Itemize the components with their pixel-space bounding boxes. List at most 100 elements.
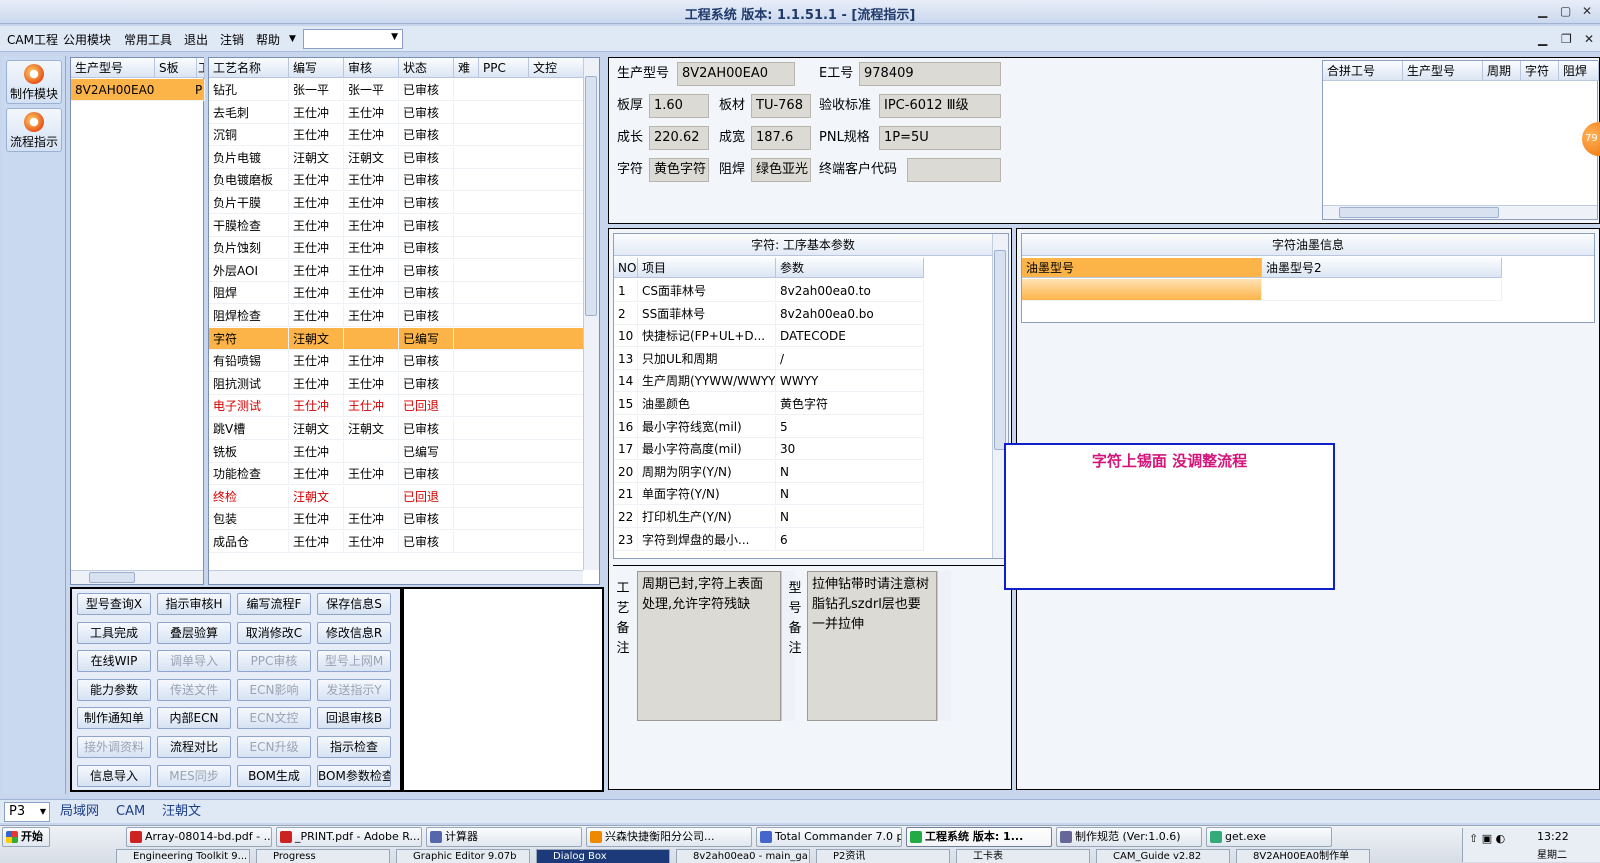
- action-button[interactable]: 编写流程F: [237, 593, 311, 615]
- maximize-icon[interactable]: ▢: [1560, 4, 1571, 18]
- param-row-no[interactable]: 21: [614, 483, 638, 506]
- process-row-extra[interactable]: [454, 259, 584, 282]
- process-row-extra[interactable]: [454, 146, 584, 169]
- clock[interactable]: 13:22: [1537, 830, 1569, 843]
- process-row-writer[interactable]: 汪朝文: [289, 418, 344, 440]
- menu-exit[interactable]: 退出: [184, 31, 208, 48]
- action-button[interactable]: PPC审核: [237, 650, 311, 673]
- process-row-writer[interactable]: 张一平: [289, 79, 344, 101]
- process-row-status[interactable]: 已审核: [399, 305, 454, 327]
- process-row-status[interactable]: 已编写: [399, 440, 454, 463]
- action-button[interactable]: 发送指示Y: [317, 678, 391, 701]
- width-field[interactable]: 187.6: [751, 126, 811, 150]
- process-row-extra[interactable]: [454, 485, 584, 508]
- params-col-value[interactable]: 参数: [776, 258, 924, 278]
- col-header-model[interactable]: 生产型号: [71, 58, 155, 78]
- action-button[interactable]: ECN影响: [237, 678, 311, 701]
- param-row-item[interactable]: SS面菲林号: [638, 302, 776, 325]
- process-row-status[interactable]: 已审核: [399, 237, 454, 260]
- param-row-item[interactable]: 周期为阴字(Y/N): [638, 460, 776, 483]
- model-row[interactable]: 8V2AH00EA0: [71, 79, 197, 101]
- minimize-icon[interactable]: ▁: [1538, 4, 1547, 18]
- col-header-status[interactable]: 状态: [399, 58, 454, 78]
- param-row-value[interactable]: 6: [776, 528, 924, 551]
- menu-common[interactable]: 公用模块: [63, 31, 111, 48]
- process-row-writer[interactable]: 王仕冲: [289, 169, 344, 192]
- process-row-name[interactable]: 钻孔: [209, 79, 289, 101]
- menu-combo[interactable]: ▼: [303, 29, 403, 49]
- process-row-writer[interactable]: 王仕冲: [289, 350, 344, 373]
- action-button[interactable]: 型号查询X: [77, 593, 151, 615]
- param-row-no[interactable]: 14: [614, 370, 638, 393]
- taskbar-item[interactable]: 兴森快捷衡阳分公司...: [586, 827, 752, 847]
- status-user[interactable]: 汪朝文: [162, 802, 201, 822]
- process-row-extra[interactable]: [454, 214, 584, 237]
- length-field[interactable]: 220.62: [649, 126, 709, 150]
- col-header-doc[interactable]: 文控: [529, 58, 584, 78]
- model-remark-scrollbar[interactable]: [937, 571, 951, 721]
- model-hscrollbar[interactable]: [71, 570, 203, 584]
- menu-tools[interactable]: 常用工具: [124, 31, 172, 48]
- param-row-no[interactable]: 17: [614, 438, 638, 461]
- action-button[interactable]: ECN升级: [237, 736, 311, 758]
- process-row-reviewer[interactable]: 王仕冲: [344, 282, 399, 305]
- param-row-item[interactable]: CS面菲林号: [638, 280, 776, 302]
- process-row-status[interactable]: 已审核: [399, 192, 454, 214]
- process-row-writer[interactable]: 王仕冲: [289, 508, 344, 531]
- process-row-writer[interactable]: 王仕冲: [289, 440, 344, 463]
- process-row-writer[interactable]: 汪朝文: [289, 485, 344, 508]
- process-row-name[interactable]: 成品仓: [209, 531, 289, 553]
- taskbar-item[interactable]: 工程系统 版本: 1...: [906, 827, 1052, 847]
- taskbar-item[interactable]: Engineering Toolkit 9...: [116, 849, 250, 863]
- action-button[interactable]: 指示审核H: [157, 593, 231, 615]
- process-row-extra[interactable]: [454, 79, 584, 101]
- param-row-value[interactable]: N: [776, 483, 924, 506]
- char-field[interactable]: 黄色字符: [649, 158, 709, 182]
- process-row-reviewer[interactable]: 王仕冲: [344, 124, 399, 147]
- param-row-value[interactable]: /: [776, 347, 924, 370]
- process-row-status[interactable]: 已审核: [399, 169, 454, 192]
- params-col-no[interactable]: NO: [614, 258, 638, 278]
- process-row-reviewer[interactable]: [344, 485, 399, 508]
- ink-row-cell[interactable]: [1262, 279, 1502, 301]
- process-row-extra[interactable]: [454, 508, 584, 531]
- taskbar-item[interactable]: get.exe: [1206, 827, 1332, 847]
- process-row-extra[interactable]: [454, 395, 584, 418]
- process-vscrollbar[interactable]: [583, 58, 599, 570]
- col-header-process[interactable]: 工艺名称: [209, 58, 289, 78]
- process-row-name[interactable]: 阻抗测试: [209, 372, 289, 395]
- process-row-writer[interactable]: 王仕冲: [289, 372, 344, 395]
- process-row-status[interactable]: 已审核: [399, 531, 454, 553]
- param-row-item[interactable]: 生产周期(YYWW/WWYY): [638, 370, 776, 393]
- process-row-reviewer[interactable]: 王仕冲: [344, 531, 399, 553]
- process-row-extra[interactable]: [454, 463, 584, 486]
- action-button[interactable]: 流程对比: [157, 736, 231, 758]
- process-row-status[interactable]: 已回退: [399, 395, 454, 418]
- process-row-writer[interactable]: 王仕冲: [289, 259, 344, 282]
- scroll-thumb[interactable]: [1339, 207, 1499, 218]
- action-button[interactable]: 制作通知单: [77, 707, 151, 730]
- menu-cam[interactable]: CAM工程: [7, 31, 58, 48]
- process-row-writer[interactable]: 王仕冲: [289, 237, 344, 260]
- close-icon[interactable]: ✕: [1582, 4, 1592, 18]
- process-row-reviewer[interactable]: [344, 440, 399, 463]
- menu-logout[interactable]: 注销: [220, 31, 244, 48]
- process-row-status[interactable]: 已回退: [399, 485, 454, 508]
- process-row-reviewer[interactable]: 王仕冲: [344, 259, 399, 282]
- process-row-name[interactable]: 功能检查: [209, 463, 289, 486]
- process-row-reviewer[interactable]: 王仕冲: [344, 101, 399, 124]
- process-row-reviewer[interactable]: 王仕冲: [344, 508, 399, 531]
- process-row-reviewer[interactable]: 王仕冲: [344, 237, 399, 260]
- action-button[interactable]: 修改信息R: [317, 621, 391, 644]
- process-row-name[interactable]: 外层AOI: [209, 259, 289, 282]
- process-row-writer[interactable]: 王仕冲: [289, 101, 344, 124]
- action-button[interactable]: 工具完成: [77, 621, 151, 644]
- param-row-item[interactable]: 只加UL和周期: [638, 347, 776, 370]
- param-row-no[interactable]: 22: [614, 506, 638, 528]
- taskbar-item[interactable]: CAM_Guide v2.82: [1096, 849, 1230, 863]
- param-row-value[interactable]: 5: [776, 415, 924, 438]
- process-row-writer[interactable]: 汪朝文: [289, 146, 344, 169]
- action-button[interactable]: 叠层验算: [157, 621, 231, 644]
- param-row-no[interactable]: 1: [614, 280, 638, 302]
- process-row-name[interactable]: 沉铜: [209, 124, 289, 147]
